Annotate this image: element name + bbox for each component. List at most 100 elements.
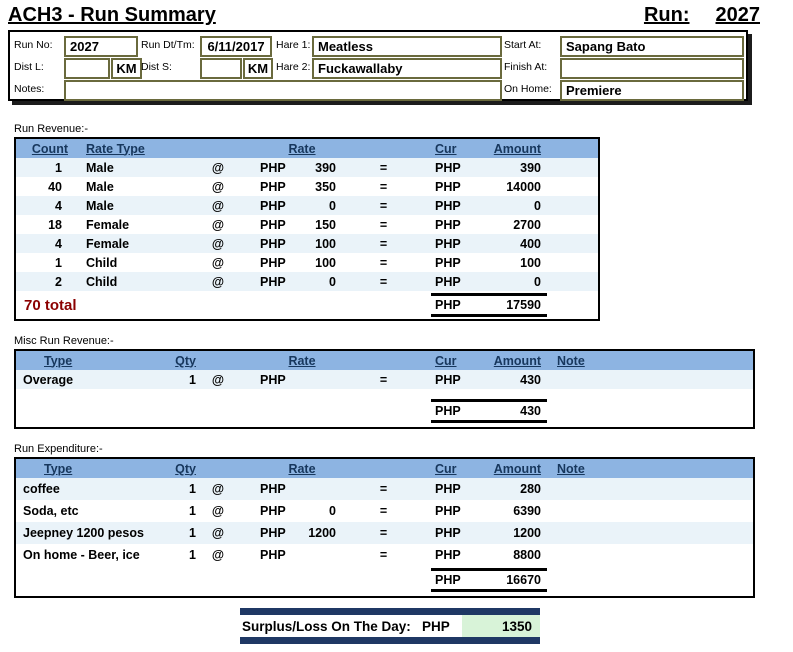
expenditure-header-type: Type	[16, 462, 168, 476]
hare2-field[interactable]: Fuckawallaby	[312, 58, 502, 79]
expenditure-header-note: Note	[547, 462, 753, 476]
revenue-header-cur: Cur	[431, 142, 465, 156]
equals-symbol: =	[336, 373, 431, 387]
equals-symbol: =	[336, 548, 431, 562]
revenue-row: 18 Female @ PHP 150 = PHP 2700	[16, 215, 598, 234]
revenue-header-rate: Rate	[238, 142, 336, 156]
equals-symbol: =	[336, 237, 431, 251]
at-symbol: @	[198, 180, 238, 194]
amount-cell: 390	[465, 161, 547, 175]
run-label: Run:	[644, 4, 690, 27]
cur-cell: PHP	[431, 237, 465, 251]
amount-cell: 2700	[465, 218, 547, 232]
dist-s-field[interactable]	[200, 58, 242, 79]
rate-cell: 350	[282, 180, 336, 194]
start-at-field[interactable]: Sapang Bato	[560, 36, 744, 57]
at-symbol: @	[198, 548, 238, 562]
finish-at-label: Finish At:	[504, 61, 547, 73]
at-symbol: @	[198, 218, 238, 232]
rate-cell: 100	[282, 256, 336, 270]
cur-cell: PHP	[431, 256, 465, 270]
count-cell: 4	[16, 199, 72, 213]
at-symbol: @	[198, 161, 238, 175]
rate-cur-cell: PHP	[238, 237, 282, 251]
rate-cur-cell: PHP	[238, 180, 282, 194]
at-symbol: @	[198, 256, 238, 270]
run-dt-label: Run Dt/Tm:	[141, 39, 195, 51]
revenue-grand-total-label: 70 total	[16, 297, 238, 314]
amount-cell: 280	[465, 482, 547, 496]
run-no-field[interactable]: 2027	[64, 36, 138, 57]
revenue-header-rate-type: Rate Type	[72, 142, 168, 156]
surplus-cur: PHP	[422, 615, 462, 637]
misc-revenue-section-label: Misc Run Revenue:-	[14, 335, 793, 347]
dist-l-field[interactable]	[64, 58, 110, 79]
misc-revenue-total-block: PHP 430	[431, 399, 547, 423]
equals-symbol: =	[336, 504, 431, 518]
equals-symbol: =	[336, 482, 431, 496]
at-symbol: @	[198, 373, 238, 387]
equals-symbol: =	[336, 180, 431, 194]
at-symbol: @	[198, 482, 238, 496]
finish-at-field[interactable]	[560, 58, 744, 79]
rate-cell: 0	[282, 504, 336, 518]
rate-cur-cell: PHP	[238, 482, 282, 496]
surplus-spacer	[411, 615, 422, 637]
dist-l-unit: KM	[111, 58, 142, 79]
expenditure-section-label: Run Expenditure:-	[14, 443, 793, 455]
misc-header-type: Type	[16, 354, 168, 368]
total-amount: 16670	[506, 573, 541, 587]
type-cell: On home - Beer, ice	[16, 548, 168, 562]
run-no-label: Run No:	[14, 39, 53, 51]
cur-cell: PHP	[431, 218, 465, 232]
on-home-label: On Home:	[504, 83, 552, 95]
total-cur: PHP	[435, 298, 461, 312]
cur-cell: PHP	[431, 504, 465, 518]
hare2-label: Hare 2:	[276, 61, 310, 73]
type-cell: Soda, etc	[16, 504, 168, 518]
on-home-field[interactable]: Premiere	[560, 80, 744, 101]
misc-header-note: Note	[547, 354, 753, 368]
notes-field[interactable]	[64, 80, 502, 101]
rate-type-cell: Male	[72, 161, 168, 175]
type-cell: Jeepney 1200 pesos	[16, 526, 168, 540]
misc-header-qty: Qty	[168, 354, 198, 368]
surplus-label: Surplus/Loss On The Day:	[240, 615, 411, 637]
expenditure-header-qty: Qty	[168, 462, 198, 476]
count-cell: 2	[16, 275, 72, 289]
rate-type-cell: Male	[72, 199, 168, 213]
at-symbol: @	[198, 504, 238, 518]
misc-header-rate: Rate	[238, 354, 336, 368]
rate-cur-cell: PHP	[238, 548, 282, 562]
rate-cur-cell: PHP	[238, 275, 282, 289]
expenditure-total-block: PHP 16670	[431, 568, 547, 592]
cur-cell: PHP	[431, 199, 465, 213]
revenue-row: 2 Child @ PHP 0 = PHP 0	[16, 272, 598, 291]
expenditure-row: On home - Beer, ice 1 @ PHP = PHP 8800	[16, 544, 753, 566]
at-symbol: @	[198, 199, 238, 213]
hare1-label: Hare 1:	[276, 39, 310, 51]
qty-cell: 1	[168, 548, 198, 562]
dist-l-label: Dist L:	[14, 61, 44, 73]
count-cell: 1	[16, 161, 72, 175]
start-at-label: Start At:	[504, 39, 541, 51]
at-symbol: @	[198, 526, 238, 540]
type-cell: coffee	[16, 482, 168, 496]
expenditure-row: Soda, etc 1 @ PHP 0 = PHP 6390	[16, 500, 753, 522]
total-cur: PHP	[435, 573, 461, 587]
qty-cell: 1	[168, 482, 198, 496]
rate-cur-cell: PHP	[238, 504, 282, 518]
revenue-total-row: 70 total PHP 17590	[16, 291, 598, 319]
equals-symbol: =	[336, 199, 431, 213]
hare1-field[interactable]: Meatless	[312, 36, 502, 57]
revenue-header-amount: Amount	[465, 142, 547, 156]
cur-cell: PHP	[431, 526, 465, 540]
cur-cell: PHP	[431, 548, 465, 562]
run-dt-field[interactable]: 6/11/2017	[200, 36, 272, 57]
count-cell: 4	[16, 237, 72, 251]
misc-revenue-row: Overage 1 @ PHP = PHP 430	[16, 370, 753, 389]
dist-s-unit: KM	[243, 58, 273, 79]
rate-cur-cell: PHP	[238, 373, 282, 387]
cur-cell: PHP	[431, 482, 465, 496]
surplus-bar: Surplus/Loss On The Day: PHP 1350	[240, 608, 540, 644]
